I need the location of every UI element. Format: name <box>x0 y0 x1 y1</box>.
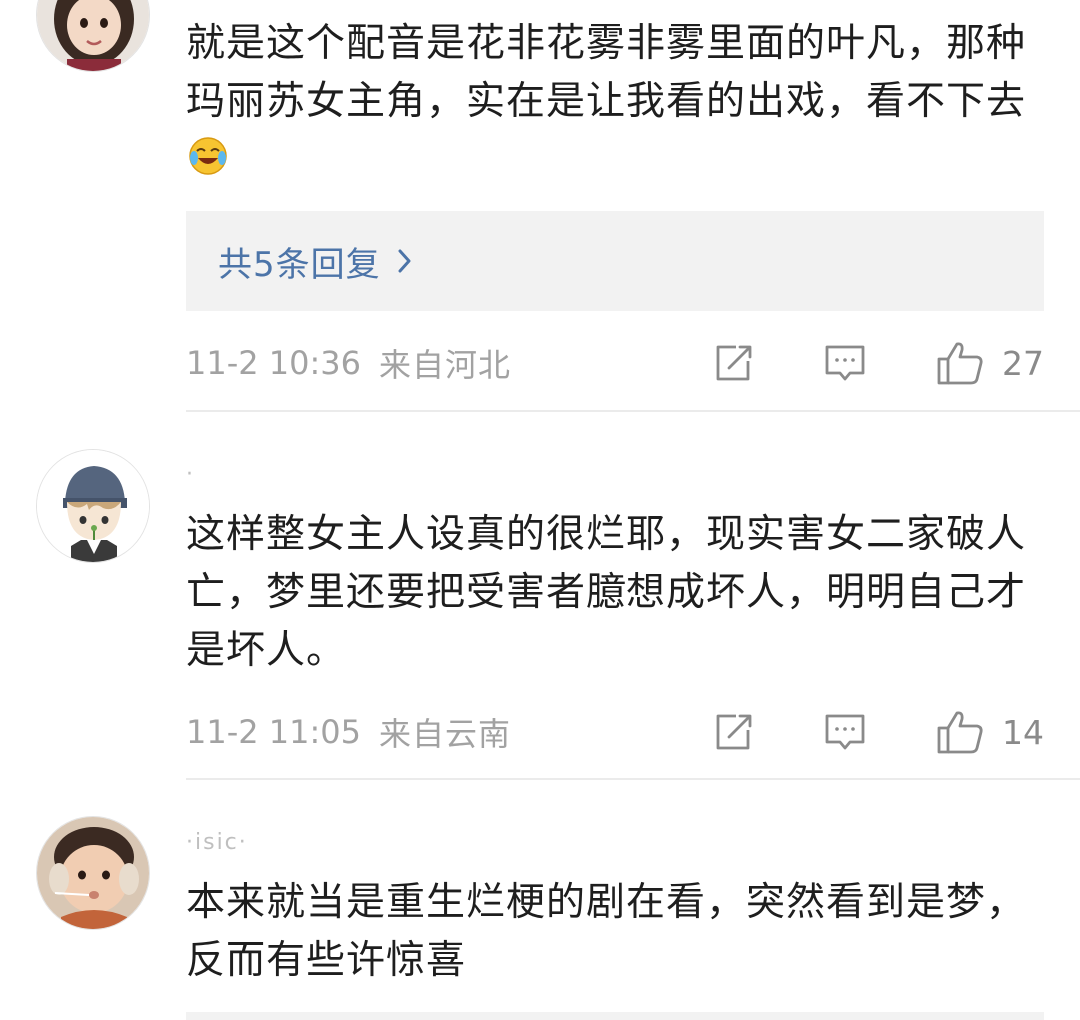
avatar[interactable] <box>36 449 150 563</box>
like-button[interactable]: 27 <box>936 340 1044 386</box>
thumbs-up-icon <box>937 342 983 385</box>
comment-location: 来自河北 <box>379 346 512 384</box>
share-button[interactable] <box>712 342 754 384</box>
share-edit-icon <box>716 345 752 381</box>
username[interactable]: ·isic· <box>186 830 248 856</box>
like-button[interactable]: 14 <box>936 709 1044 755</box>
share-button[interactable] <box>712 711 754 753</box>
replies-count-label: 共5条回复 <box>218 244 381 285</box>
comment-actions: 14 <box>712 707 1044 757</box>
avatar-girl-image <box>37 0 149 71</box>
like-count: 27 <box>1002 343 1044 383</box>
comment-text: 这样整女主人设真的很烂耶，现实害女二家破人亡，梦里还要把受害者臆想成坏人，明明自… <box>186 512 1027 673</box>
view-replies-button[interactable]: 共5条回复 <box>186 211 1044 311</box>
thumbs-up-icon <box>937 711 983 754</box>
comment-actions: 27 <box>712 338 1044 388</box>
divider <box>186 778 1080 780</box>
comment-text: 本来就当是重生烂梗的剧在看，突然看到是梦，反而有些许惊喜 <box>186 880 1027 983</box>
share-edit-icon <box>716 714 752 750</box>
comment-bubble-icon <box>825 345 865 381</box>
partial-replies-box <box>186 1012 1044 1020</box>
comment-time: 11-2 10:36 <box>186 344 362 382</box>
comment-button[interactable] <box>824 711 866 753</box>
divider <box>186 410 1080 412</box>
comment-button[interactable] <box>824 342 866 384</box>
avatar[interactable] <box>36 816 150 930</box>
comment-time: 11-2 11:05 <box>186 713 362 751</box>
avatar-baby-image <box>37 817 149 929</box>
laugh-cry-emoji-icon <box>189 137 227 175</box>
chevron-right-icon <box>398 249 411 273</box>
avatar[interactable] <box>36 0 150 72</box>
comment-meta: 11-2 11:05 来自云南 14 <box>186 707 1044 757</box>
username[interactable]: · <box>186 462 195 488</box>
like-count: 14 <box>1002 712 1044 752</box>
comment-location: 来自云南 <box>379 715 512 753</box>
comment-bubble-icon <box>825 714 865 750</box>
avatar-cartoon-boy-image <box>37 450 149 562</box>
comment-text: 就是这个配音是花非花雾非雾里面的叶凡，那种玛丽苏女主角，实在是让我看的出戏，看不… <box>186 15 1056 189</box>
comment-meta: 11-2 10:36 来自河北 27 <box>186 338 1044 388</box>
